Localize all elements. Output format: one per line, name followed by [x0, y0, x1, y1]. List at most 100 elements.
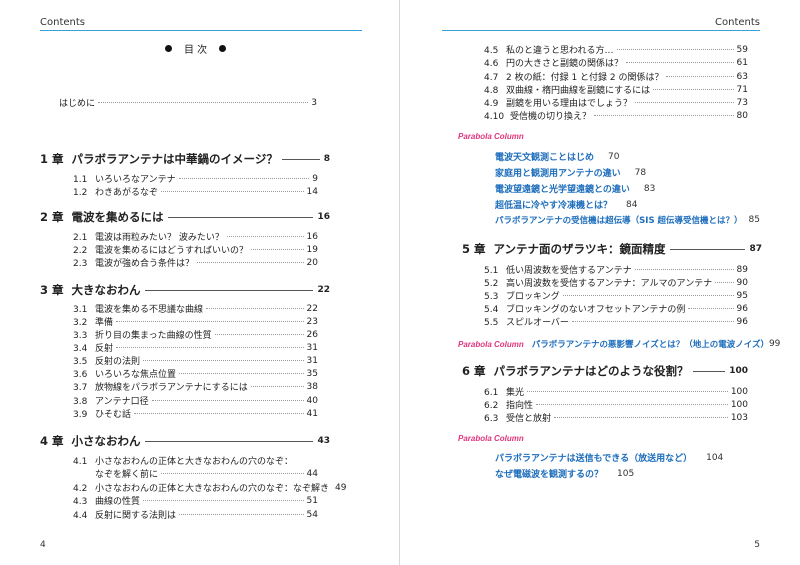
chapter-2[interactable]: 2 章電波を集めるには 16: [40, 209, 330, 225]
column-item[interactable]: パラボラアンテナの受信機は超伝導（SIS 超伝導受信機とは？） 85: [495, 214, 760, 226]
section-number: 3.1: [73, 305, 88, 315]
section-number: 4.4: [73, 511, 88, 521]
section-number: 5.1: [484, 266, 499, 276]
column-item-title: パラボラアンテナの受信機は超伝導（SIS 超伝導受信機とは？）: [495, 216, 743, 226]
dot-leader: [527, 391, 728, 392]
chapter-number: 5 章: [462, 242, 486, 256]
section-4-8[interactable]: 4.8 双曲線・楕円曲線を副鏡にするには 71: [484, 83, 748, 97]
section-title: 反射: [95, 344, 114, 354]
section-3-9[interactable]: 3.9 ひそむ話 41: [73, 407, 318, 421]
column-item[interactable]: 電波天文観測ことはじめ 70: [495, 150, 619, 164]
dot-leader: [626, 62, 734, 63]
section-number: 4.9: [484, 99, 499, 109]
chapter-page: 87: [749, 244, 762, 254]
parabola-column-label: Parabola Column: [458, 434, 524, 443]
section-title: 曲線の性質: [95, 497, 141, 507]
column-item[interactable]: 家庭用と観測用アンテナの違い 78: [495, 166, 646, 180]
section-title: 折り目の集まった曲線の性質: [95, 331, 212, 341]
section-4-10[interactable]: 4.10 受信機の切り換え？ 80: [484, 109, 748, 123]
section-4-1-line1[interactable]: 4.1 小さなおわんの正体と大きなおわんの穴のなぞ：: [73, 454, 293, 467]
section-4-4[interactable]: 4.4 反射に関する法則は 54: [73, 508, 318, 522]
column-item[interactable]: Parabola Column パラボラアンテナの悪影響ノイズとは？（地上の電波…: [458, 338, 780, 350]
section-3-1[interactable]: 3.1 電波を集める不思議な曲線 22: [73, 302, 318, 316]
section-page: 90: [736, 277, 748, 288]
chapter-3[interactable]: 3 章大きなおわん 22: [40, 282, 330, 298]
leader-line: [692, 370, 726, 372]
section-6-2[interactable]: 6.2 指向性 100: [484, 398, 748, 412]
section-2-2[interactable]: 2.2 電波を集めるにはどうすればいいの？ 19: [73, 243, 318, 257]
page-number: 5: [754, 540, 760, 550]
chapter-5[interactable]: 5 章アンテナ面のザラツキ：鏡面精度 87: [462, 241, 762, 257]
section-3-3[interactable]: 3.3 折り目の集まった曲線の性質 26: [73, 328, 318, 342]
section-page: 35: [306, 368, 318, 379]
chapter-1[interactable]: 1 章パラボラアンテナは中華鍋のイメージ？ 8: [40, 151, 330, 167]
dot-leader: [178, 178, 310, 179]
section-4-3[interactable]: 4.3 曲線の性質 51: [73, 494, 318, 508]
section-3-7[interactable]: 3.7 放物線をパラボラアンテナにするには 38: [73, 380, 318, 394]
dot-leader: [653, 89, 734, 90]
section-title: 集光: [506, 388, 525, 398]
leader-line: [669, 248, 746, 250]
chapter-4[interactable]: 4 章小さなおわん 43: [40, 433, 330, 449]
section-6-3[interactable]: 6.3 受信と放射 103: [484, 411, 748, 425]
section-page: 19: [306, 244, 318, 255]
section-number: 3.5: [73, 357, 88, 367]
toc-entry-intro[interactable]: はじめに 3: [59, 96, 317, 110]
column-item-page: 99: [768, 339, 781, 349]
column-item-page: 84: [626, 199, 638, 210]
dot-leader: [143, 500, 304, 501]
chapter-6[interactable]: 6 章パラボラアンテナはどのような役割？ 100: [462, 363, 748, 379]
column-item[interactable]: 電波望遠鏡と光学望遠鏡との違い 83: [495, 182, 655, 196]
column-item[interactable]: パラボラアンテナは送信もできる（放送用など） 104: [495, 451, 723, 465]
section-3-5[interactable]: 3.5 反射の法則 31: [73, 354, 318, 368]
section-page: 80: [736, 110, 748, 121]
bullet-icon: [165, 45, 172, 52]
section-3-8[interactable]: 3.8 アンテナ口径 40: [73, 394, 318, 408]
section-5-1[interactable]: 5.1 低い周波数を受信するアンテナ 89: [484, 263, 748, 277]
section-page: 40: [306, 395, 318, 406]
toc-title-text: 目 次: [184, 45, 208, 56]
section-page: 22: [306, 303, 318, 314]
section-1-2[interactable]: 1.2 わきあがるなぞ 14: [73, 185, 318, 199]
dot-leader: [98, 102, 309, 103]
section-2-3[interactable]: 2.3 電波が強め合う条件は？ 20: [73, 256, 318, 270]
section-3-4[interactable]: 3.4 反射 31: [73, 341, 318, 355]
section-number: 2.1: [73, 233, 88, 243]
section-4-2[interactable]: 4.2 小さなおわんの正体と大きなおわんの穴のなぞ：なぞ解き 49: [73, 481, 346, 495]
section-5-4[interactable]: 5.4 ブロッキングのないオフセットアンテナの例 96: [484, 302, 748, 316]
section-number: 3.9: [73, 410, 88, 420]
chapter-page: 100: [729, 366, 748, 376]
section-5-3[interactable]: 5.3 ブロッキング 95: [484, 289, 748, 303]
dot-leader: [161, 191, 304, 192]
section-page: 103: [730, 412, 748, 423]
section-6-1[interactable]: 6.1 集光 100: [484, 385, 748, 399]
section-1-1[interactable]: 1.1 いろいろなアンテナ 9: [73, 172, 318, 186]
section-3-6[interactable]: 3.6 いろいろな焦点位置 35: [73, 367, 318, 381]
section-title: 指向性: [506, 401, 534, 411]
dot-leader: [179, 373, 304, 374]
section-title: 電波を集めるにはどうすればいいの？: [95, 246, 249, 256]
section-number: 4.6: [484, 59, 499, 69]
section-number: 6.1: [484, 388, 499, 398]
section-title: 小さなおわんの正体と大きなおわんの穴のなぞ：なぞ解き: [95, 484, 330, 494]
section-3-2[interactable]: 3.2 準備 23: [73, 315, 318, 329]
section-number: 3.7: [73, 383, 88, 393]
dot-leader: [616, 49, 734, 50]
column-item[interactable]: なぜ電磁波を観測するの？ 105: [495, 467, 634, 481]
column-item-title: 電波天文観測ことはじめ: [495, 153, 595, 163]
column-item[interactable]: 超低温に冷やす冷凍機とは？ 84: [495, 198, 638, 212]
section-5-2[interactable]: 5.2 高い周波数を受信するアンテナ：アルマのアンテナ 90: [484, 276, 748, 290]
section-4-7[interactable]: 4.7 2 枚の紙：付録 1 と付録 2 の関係は？ 63: [484, 70, 748, 84]
section-4-1-line2[interactable]: なぞを解く前に 44: [95, 467, 318, 481]
section-4-6[interactable]: 4.6 円の大きさと副鏡の関係は？ 61: [484, 56, 748, 70]
column-item-title: 家庭用と観測用アンテナの違い: [495, 169, 621, 179]
section-number: 3.8: [73, 397, 88, 407]
section-title: 円の大きさと副鏡の関係は？: [506, 59, 624, 69]
section-4-5[interactable]: 4.5 私のと違うと思われる方… 59: [484, 43, 748, 57]
section-page: 100: [730, 399, 748, 410]
section-4-9[interactable]: 4.9 副鏡を用いる理由はでしょう？ 73: [484, 96, 748, 110]
section-2-1[interactable]: 2.1 電波は雨粒みたい？ 波みたい？ 16: [73, 230, 318, 244]
section-page: 38: [306, 381, 318, 392]
section-title: 反射に関する法則は: [95, 511, 177, 521]
section-5-5[interactable]: 5.5 スピルオーバー 96: [484, 315, 748, 329]
